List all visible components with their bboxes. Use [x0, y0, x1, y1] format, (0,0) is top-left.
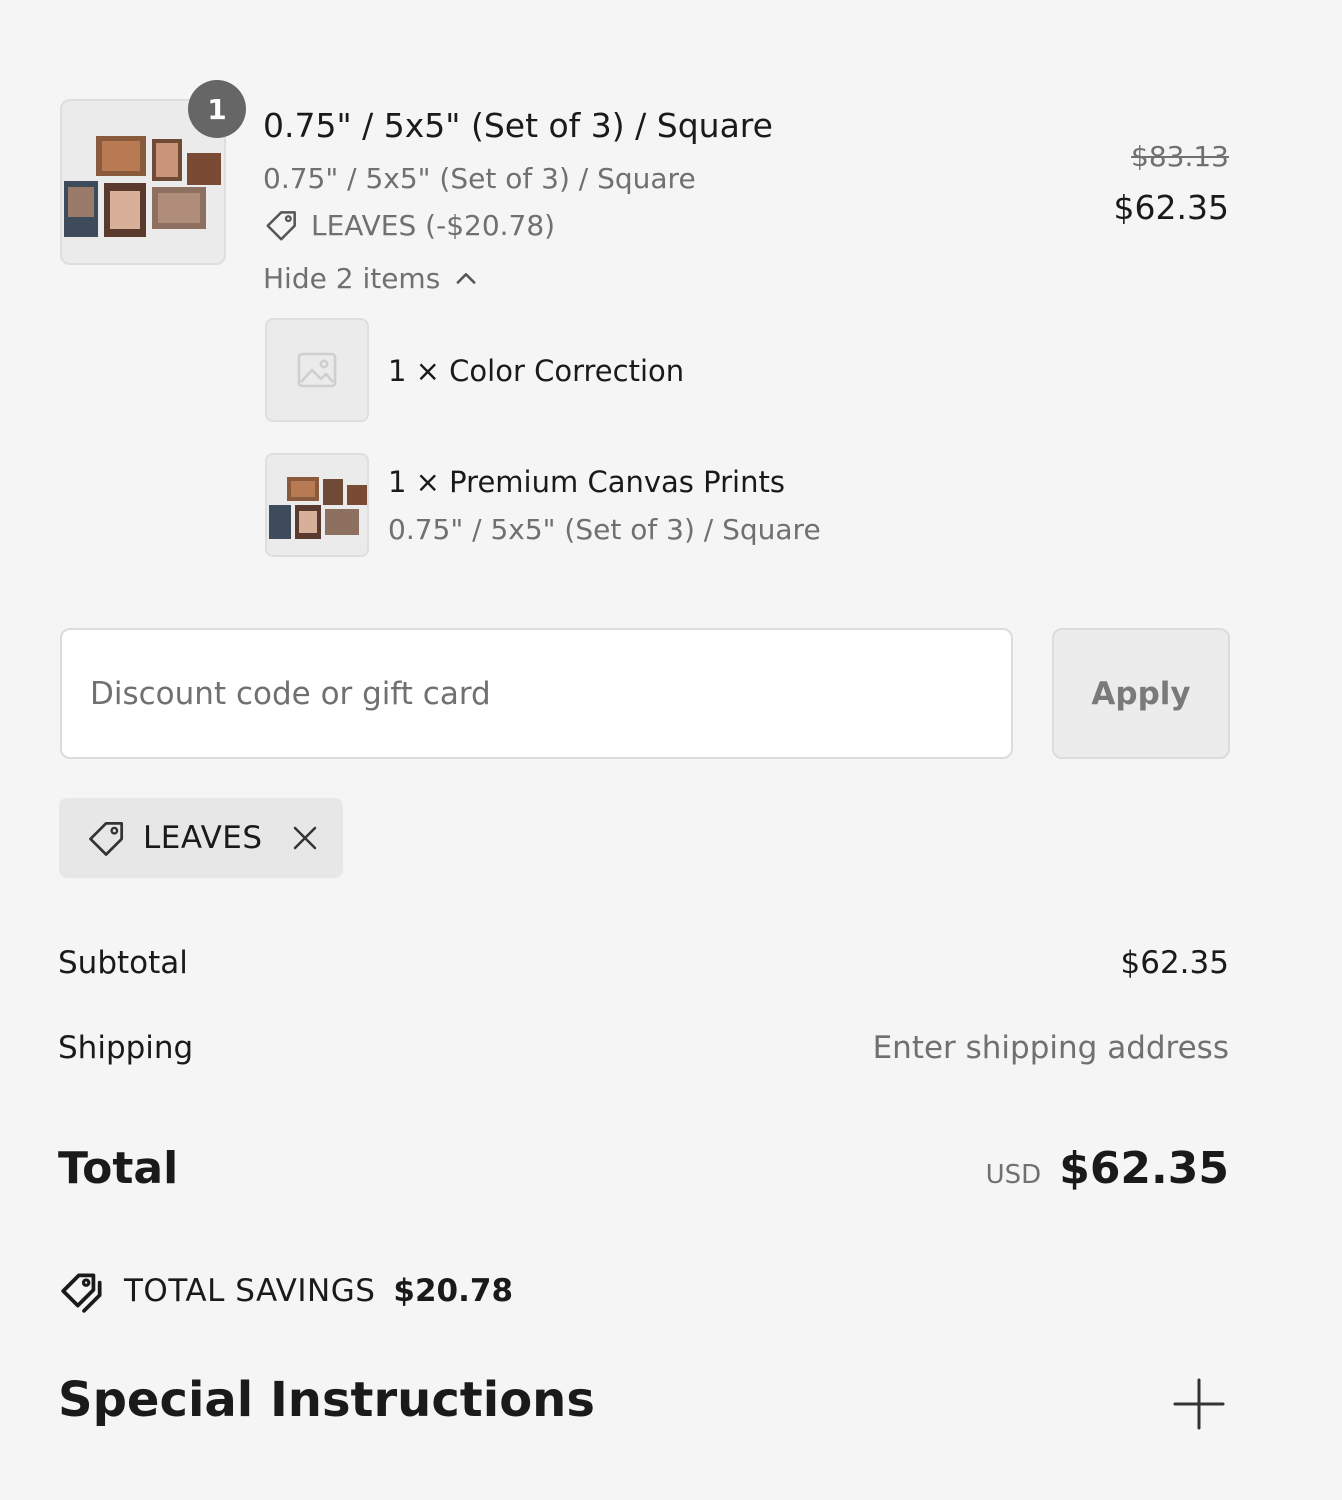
- bundle-item-label: 1 × Premium Canvas Prints: [388, 465, 785, 499]
- remove-discount-button[interactable]: [287, 820, 323, 856]
- original-price: $83.13: [1131, 140, 1229, 173]
- savings-label: TOTAL SAVINGS: [124, 1273, 376, 1309]
- bundle-item-variant: 0.75" / 5x5" (Set of 3) / Square: [388, 513, 821, 546]
- total-savings: TOTAL SAVINGS $20.78: [58, 1266, 513, 1316]
- special-instructions-title: Special Instructions: [58, 1372, 595, 1428]
- chevron-up-icon: [456, 272, 476, 284]
- bundle-item-thumbnail: [265, 453, 369, 557]
- quantity-badge: 1: [188, 80, 246, 138]
- shipping-label: Shipping: [58, 1030, 194, 1066]
- image-placeholder-icon: [297, 352, 337, 388]
- tag-icon: [266, 211, 296, 241]
- applied-discount-code: LEAVES: [143, 820, 263, 856]
- bundle-item-thumbnail: [265, 318, 369, 422]
- savings-amount: $20.78: [393, 1273, 514, 1309]
- product-title: 0.75" / 5x5" (Set of 3) / Square: [263, 106, 773, 145]
- bundle-item-label: 1 × Color Correction: [388, 354, 685, 388]
- hide-items-label: Hide 2 items: [263, 262, 441, 295]
- total-currency: USD: [985, 1160, 1042, 1190]
- shipping-value: Enter shipping address: [872, 1030, 1229, 1066]
- tag-icon: [89, 821, 124, 856]
- total-label: Total: [58, 1143, 179, 1194]
- discount-code-input[interactable]: [60, 628, 1013, 759]
- item-discount-allocation: LEAVES (-$20.78): [263, 206, 555, 244]
- special-instructions-toggle[interactable]: [1170, 1375, 1228, 1433]
- apply-discount-button[interactable]: Apply: [1052, 628, 1230, 759]
- discounted-price: $62.35: [1113, 188, 1229, 227]
- total-amount: $62.35: [1059, 1143, 1229, 1194]
- subtotal-label: Subtotal: [58, 945, 188, 981]
- total-value: USD $62.35: [986, 1143, 1229, 1194]
- product-variant: 0.75" / 5x5" (Set of 3) / Square: [263, 162, 696, 195]
- hide-items-toggle[interactable]: Hide 2 items: [263, 262, 480, 295]
- close-icon: [293, 826, 316, 850]
- tags-icon: [61, 1273, 102, 1313]
- subtotal-value: $62.35: [1120, 945, 1229, 981]
- bundle-item-image: [267, 455, 367, 555]
- applied-discount-chip: LEAVES: [59, 798, 343, 878]
- plus-icon: [1173, 1378, 1225, 1430]
- item-discount-text: LEAVES (-$20.78): [311, 208, 556, 242]
